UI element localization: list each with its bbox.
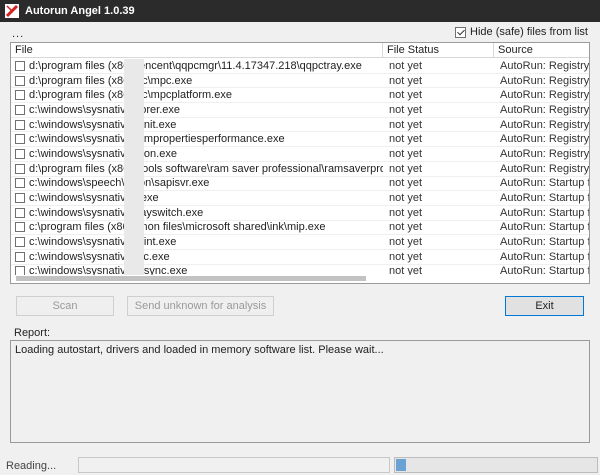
row-file: d:\program files (x86)\ tools software\r… [29, 162, 383, 175]
table-row[interactable]: d:\program files (x86)\ \c\mpc.exe not ye… [11, 74, 589, 89]
row-source: AutoRun: Registry: H [500, 89, 589, 102]
row-source: AutoRun: Registry: H [500, 162, 589, 175]
column-header-status[interactable]: File Status [383, 43, 494, 58]
table-row[interactable]: c:\windows\sysnative\ lorer.exe not yet Au… [11, 103, 589, 118]
row-source: AutoRun: Registry: H [500, 103, 589, 116]
table-row[interactable]: c:\windows\sysnative\ hon.exe not yet Auto… [11, 147, 589, 162]
row-status: not yet [389, 59, 423, 72]
column-header-file[interactable]: File [11, 43, 383, 58]
row-checkbox[interactable] [15, 119, 25, 130]
row-source: AutoRun: Startup fol [500, 206, 589, 219]
table-row[interactable]: d:\program files (x86)\ \c\mpcplatform.e… [11, 88, 589, 104]
row-status: not yet [389, 89, 423, 102]
row-file: c:\windows\speech\co on\sapisvr.exe [29, 177, 210, 190]
row-source: AutoRun: Startup fol [500, 221, 589, 234]
status-text: Reading... [6, 460, 57, 472]
row-checkbox[interactable] [15, 148, 25, 159]
row-checkbox[interactable] [15, 193, 25, 204]
row-source: AutoRun: Registry: H [500, 118, 589, 131]
row-checkbox[interactable] [15, 251, 25, 262]
table-row[interactable]: c:\windows\sysnative\ empropertiesperfor… [11, 132, 589, 148]
row-checkbox[interactable] [15, 75, 25, 86]
row-status: not yet [389, 250, 423, 263]
title-bar: Autorun Angel 1.0.39 [0, 0, 600, 22]
exit-button[interactable]: Exit [505, 296, 584, 316]
row-checkbox[interactable] [15, 178, 25, 189]
row-checkbox[interactable] [15, 163, 25, 174]
progress-bar [394, 457, 598, 473]
scrollbar-thumb[interactable] [16, 276, 366, 281]
row-status: not yet [389, 206, 423, 219]
window-title: Autorun Angel 1.0.39 [25, 5, 135, 17]
table-row[interactable]: c:\windows\sysnative\ sc.exe not yet AutoR… [11, 250, 589, 265]
row-file: c:\windows\sysnative\ layswitch.exe [29, 206, 204, 219]
table-row[interactable]: c:\windows\sysnative\ layswitch.exe not y… [11, 206, 589, 221]
table-row[interactable]: c:\program files (x86)\ mon files\micros… [11, 221, 589, 236]
row-source: AutoRun: Registry: H [500, 133, 589, 146]
redaction-mask [124, 59, 144, 281]
row-file: c:\windows\sysnative\ rinit.exe [29, 118, 177, 131]
send-unknown-button[interactable]: Send unknown for analysis [127, 296, 274, 316]
app-logo-icon [5, 4, 19, 18]
status-bar: Reading... [0, 455, 600, 475]
row-status: not yet [389, 177, 423, 190]
row-source: AutoRun: Startup fol [500, 250, 589, 263]
report-text: Loading autostart, drivers and loaded in… [15, 344, 384, 356]
progress-fill [396, 459, 406, 471]
row-checkbox[interactable] [15, 60, 25, 71]
row-source: AutoRun: Registry: H [500, 74, 589, 87]
row-status: not yet [389, 192, 423, 205]
scan-button[interactable]: Scan [16, 296, 114, 316]
row-file: d:\program files (x86)\tencent\qqpcmgr\1… [29, 59, 362, 72]
toolbar: ... Hide (safe) files from list [0, 22, 600, 42]
row-file: c:\windows\sysnative\ .exe [29, 192, 159, 205]
row-file: c:\windows\sysnative\ hon.exe [29, 147, 177, 160]
row-status: not yet [389, 118, 423, 131]
row-source: AutoRun: Startup fol [500, 192, 589, 205]
row-status: not yet [389, 162, 423, 175]
row-checkbox[interactable] [15, 237, 25, 248]
list-header: File File Status Source [11, 43, 589, 58]
row-status: not yet [389, 147, 423, 160]
row-checkbox[interactable] [15, 134, 25, 145]
report-box: Loading autostart, drivers and loaded in… [10, 340, 590, 443]
hide-safe-toggle[interactable]: Hide (safe) files from list [455, 26, 588, 38]
hide-safe-label: Hide (safe) files from list [470, 26, 588, 38]
table-row[interactable]: c:\windows\sysnative\ .exe not yet AutoRun… [11, 191, 589, 206]
column-header-source[interactable]: Source [494, 43, 589, 58]
row-checkbox[interactable] [15, 104, 25, 115]
row-checkbox[interactable] [15, 207, 25, 218]
row-status: not yet [389, 103, 423, 116]
row-source: AutoRun: Registry: H [500, 147, 589, 160]
row-status: not yet [389, 133, 423, 146]
row-status: not yet [389, 221, 423, 234]
row-file: c:\windows\sysnative\ aint.exe [29, 236, 177, 249]
table-row[interactable]: c:\windows\sysnative\ aint.exe not yet Aut… [11, 235, 589, 250]
hide-safe-checkbox[interactable] [455, 26, 467, 38]
row-file: c:\windows\sysnative\ empropertiesperfor… [29, 133, 285, 146]
row-checkbox[interactable] [15, 222, 25, 233]
row-source: AutoRun: Startup fol [500, 236, 589, 249]
row-file: d:\program files (x86)\ \c\mpc.exe [29, 74, 193, 87]
row-file: c:\program files (x86)\ mon files\micros… [29, 221, 326, 234]
autorun-file-list[interactable]: File File Status Source d:\program files… [10, 42, 590, 284]
status-panel [78, 457, 390, 473]
row-checkbox[interactable] [15, 90, 25, 101]
row-source: AutoRun: Startup fol [500, 177, 589, 190]
table-row[interactable]: d:\program files (x86)\tencent\qqpcmgr\1… [11, 59, 589, 74]
row-status: not yet [389, 74, 423, 87]
row-file: c:\windows\sysnative\ lorer.exe [29, 103, 181, 116]
table-row[interactable]: d:\program files (x86)\ tools software\r… [11, 162, 589, 177]
table-row[interactable]: c:\windows\sysnative\ rinit.exe not yet Au… [11, 118, 589, 133]
list-rows: d:\program files (x86)\tencent\qqpcmgr\1… [11, 59, 589, 280]
horizontal-scrollbar[interactable] [11, 275, 589, 283]
report-label: Report: [14, 327, 51, 339]
row-file: d:\program files (x86)\ \c\mpcplatform.e… [29, 89, 232, 102]
row-file: c:\windows\sysnative\ sc.exe [29, 250, 170, 263]
row-source: AutoRun: Registry: H [500, 59, 589, 72]
menu-dots[interactable]: ... [12, 28, 24, 40]
table-row[interactable]: c:\windows\speech\co on\sapisvr.exe not y… [11, 177, 589, 192]
row-status: not yet [389, 236, 423, 249]
